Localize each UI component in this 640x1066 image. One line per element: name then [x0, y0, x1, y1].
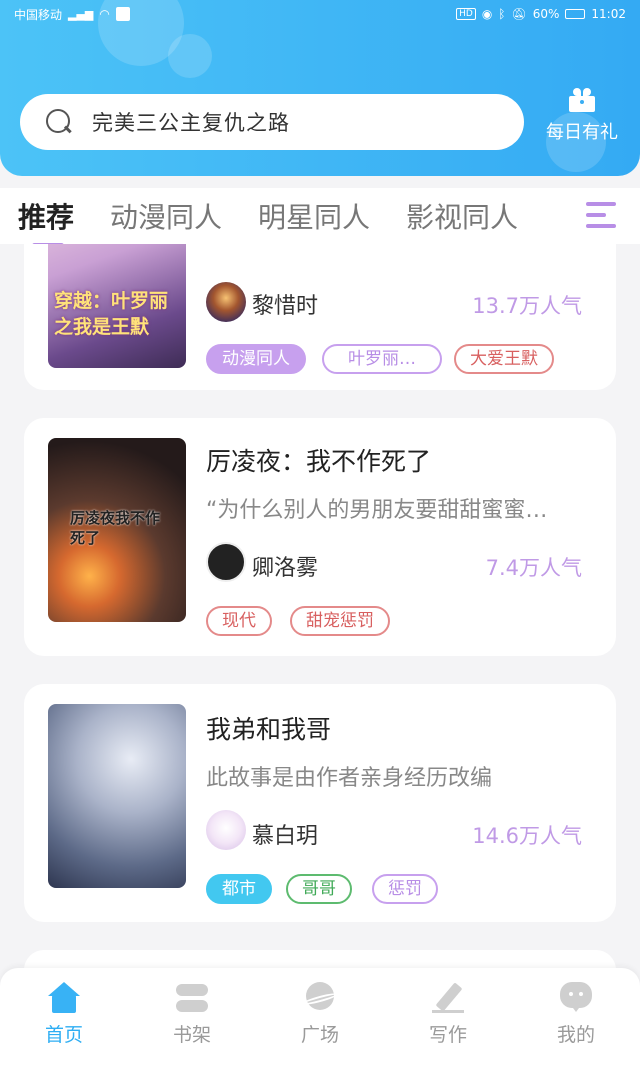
book-title: 厉凌夜：我不作死了: [206, 447, 432, 476]
author-name: 黎惜时: [252, 294, 319, 319]
book-description: “为什么别人的男朋友要甜甜蜜蜜…: [206, 498, 548, 523]
nav-plaza[interactable]: 广场: [256, 968, 384, 1066]
tag-badge[interactable]: 惩罚: [372, 874, 438, 904]
daily-gift-button[interactable]: 每日有礼: [540, 88, 624, 144]
gift-icon: [569, 88, 595, 112]
author-name: 卿洛雾: [252, 556, 319, 581]
app-notification-icon: [115, 7, 130, 21]
category-menu-icon[interactable]: [586, 200, 620, 230]
nav-mine[interactable]: 我的: [512, 968, 640, 1066]
wifi-icon: ◠: [99, 7, 110, 21]
book-cover-title: 厉凌夜我不作死了: [70, 509, 161, 547]
eye-icon: ◉: [481, 7, 493, 21]
signal-icon: ▂▄▆: [68, 7, 94, 21]
book-card[interactable]: 穿越：叶罗丽之我是王默 黎惜时 13.7万人气 动漫同人 叶罗丽… 大爱王默: [24, 244, 616, 390]
tag-badge[interactable]: 现代: [206, 606, 272, 636]
tag-badge[interactable]: 都市: [206, 874, 272, 904]
nav-mine-label: 我的: [556, 1024, 595, 1046]
book-cover: 厉凌夜我不作死了: [48, 438, 186, 622]
author-name: 慕白玥: [252, 824, 319, 849]
chat-face-icon: [558, 982, 594, 1014]
nav-bookshelf[interactable]: 书架: [128, 968, 256, 1066]
app-header: 中国移动 ▂▄▆ ◠ HD ◉ ᛒ 🔕︎ 60% 11:02 完美三公主复仇之路…: [0, 0, 640, 176]
bottom-navigation: 首页 书架 广场 写作 我的: [0, 968, 640, 1066]
book-title: 我弟和我哥: [206, 715, 332, 744]
status-bar: 中国移动 ▂▄▆ ◠ HD ◉ ᛒ 🔕︎ 60% 11:02: [0, 0, 640, 28]
book-card[interactable]: 厉凌夜我不作死了 厉凌夜：我不作死了 “为什么别人的男朋友要甜甜蜜蜜… 卿洛雾 …: [24, 418, 616, 656]
tab-film-fanfic[interactable]: 影视同人: [406, 196, 518, 236]
avatar: [206, 810, 246, 850]
nav-home[interactable]: 首页: [0, 968, 128, 1066]
nav-plaza-label: 广场: [300, 1024, 339, 1046]
tag-badge[interactable]: 哥哥: [286, 874, 352, 904]
nav-write[interactable]: 写作: [384, 968, 512, 1066]
search-icon: [46, 109, 72, 135]
tab-anime-fanfic[interactable]: 动漫同人: [110, 196, 222, 236]
book-cover-title: 穿越：叶罗丽之我是王默: [54, 290, 169, 338]
avatar: [206, 542, 246, 582]
hd-badge: HD: [456, 8, 476, 20]
decorative-bubble: [168, 34, 212, 78]
book-cover: 穿越：叶罗丽之我是王默: [48, 244, 186, 368]
tag-badge[interactable]: 动漫同人: [206, 344, 306, 374]
book-feed: 穿越：叶罗丽之我是王默 黎惜时 13.7万人气 动漫同人 叶罗丽… 大爱王默 厉…: [0, 244, 640, 968]
clock: 11:02: [591, 7, 626, 21]
book-card[interactable]: 我弟和我哥 此故事是由作者亲身经历改编 慕白玥 14.6万人气 都市 哥哥 惩罚: [24, 684, 616, 922]
bookshelf-icon: [174, 982, 210, 1014]
book-description: 此故事是由作者亲身经历改编: [206, 766, 493, 791]
tab-recommend[interactable]: 推荐: [18, 196, 74, 248]
nav-home-label: 首页: [44, 1024, 83, 1046]
tag-badge[interactable]: 叶罗丽…: [322, 344, 442, 374]
nav-write-label: 写作: [428, 1024, 467, 1046]
popularity-count: 13.7万人气: [472, 294, 582, 318]
popularity-count: 7.4万人气: [485, 556, 582, 580]
tag-badge[interactable]: 大爱王默: [454, 344, 554, 374]
planet-icon: [301, 982, 339, 1014]
pen-icon: [430, 982, 466, 1014]
category-tabs: 推荐 动漫同人 明星同人 影视同人: [0, 188, 640, 248]
bluetooth-icon: ᛒ: [498, 7, 506, 21]
tag-badge[interactable]: 甜宠惩罚: [290, 606, 390, 636]
battery-percent: 60%: [532, 7, 560, 21]
search-bar[interactable]: 完美三公主复仇之路: [20, 94, 524, 150]
daily-gift-label: 每日有礼: [546, 122, 618, 143]
battery-icon: [565, 9, 586, 19]
home-icon: [46, 982, 82, 1014]
book-cover: [48, 704, 186, 888]
avatar: [206, 282, 246, 322]
popularity-count: 14.6万人气: [472, 824, 582, 848]
search-suggestion: 完美三公主复仇之路: [92, 111, 290, 135]
carrier-label: 中国移动: [14, 7, 63, 22]
tab-celebrity-fanfic[interactable]: 明星同人: [258, 196, 370, 236]
mute-icon: 🔕︎: [511, 7, 527, 21]
book-card[interactable]: [24, 950, 616, 968]
nav-bookshelf-label: 书架: [172, 1024, 211, 1046]
